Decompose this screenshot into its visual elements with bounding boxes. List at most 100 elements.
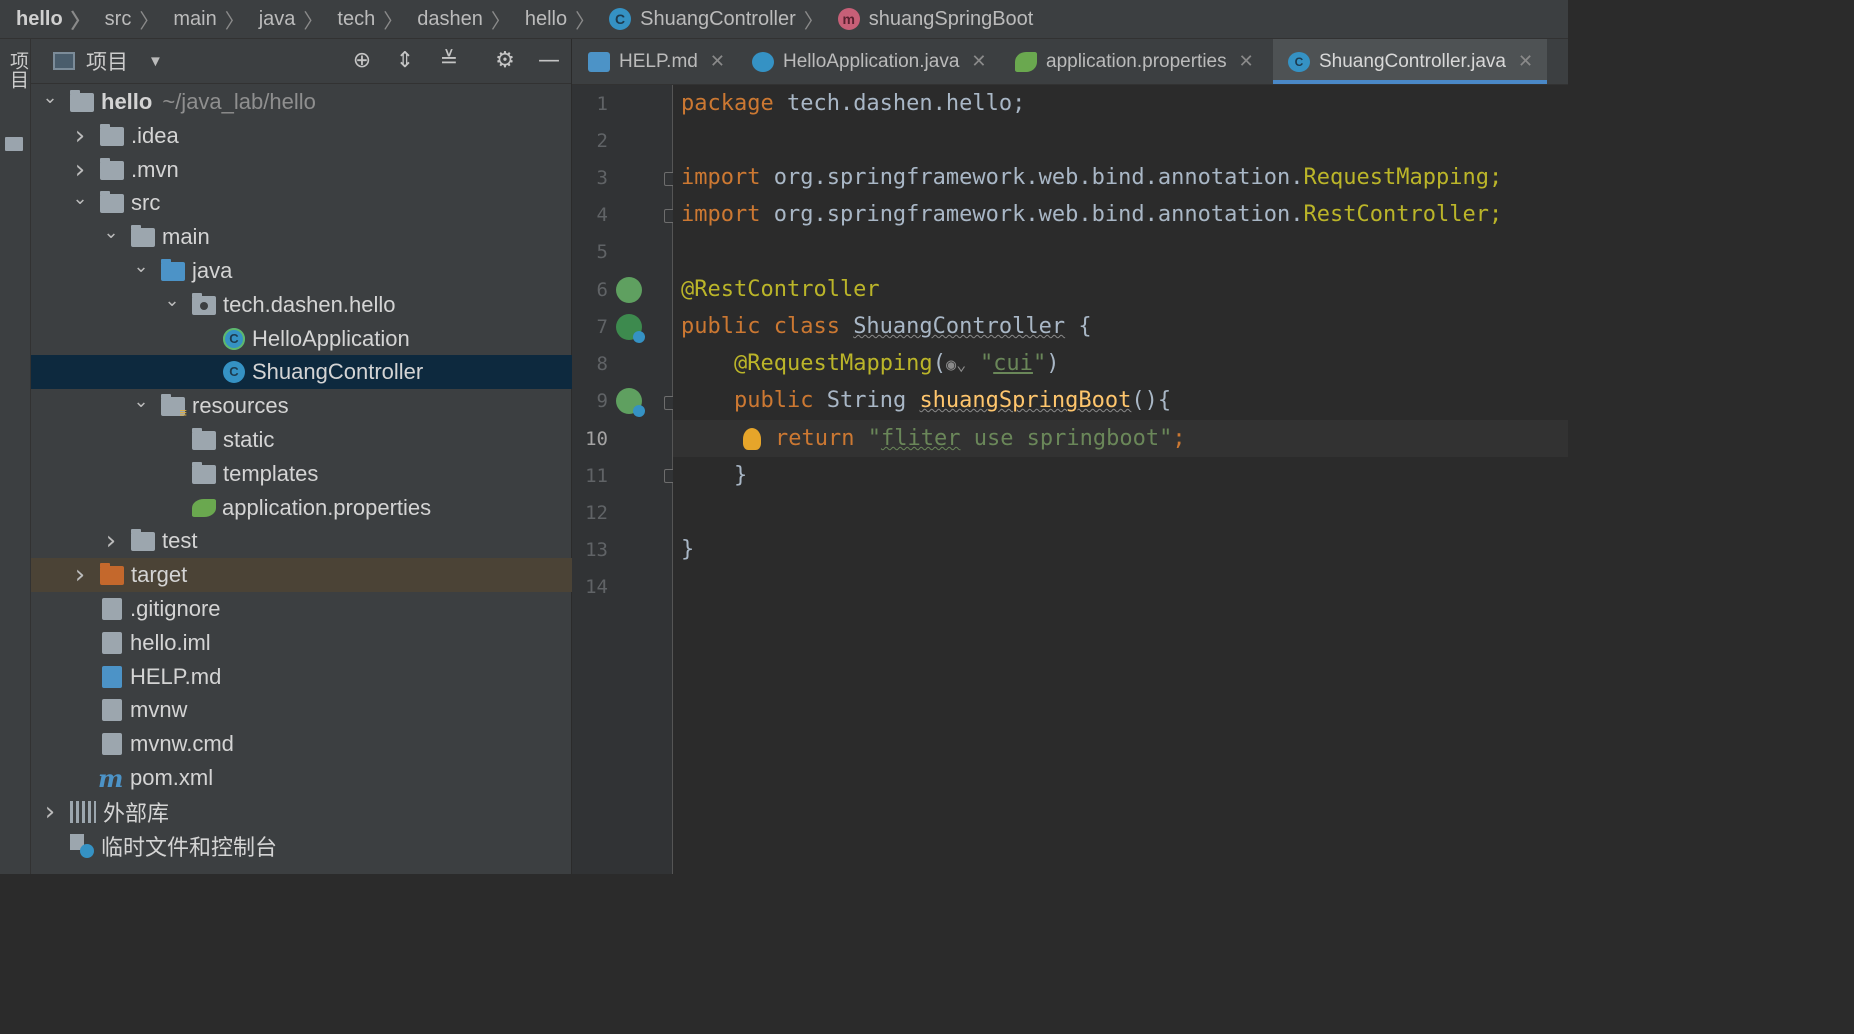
project-tree: hello ~/java_lab/hello .idea .mvn src ma… bbox=[31, 84, 753, 874]
code-text: org.springframework.web.bind.annotation. bbox=[760, 202, 1304, 227]
tree-item-gitignore[interactable]: .gitignore bbox=[31, 592, 632, 626]
tree-item-idea[interactable]: .idea bbox=[31, 119, 610, 153]
folder-icon bbox=[192, 461, 216, 484]
folder-icon[interactable] bbox=[5, 137, 23, 151]
close-icon[interactable]: ✕ bbox=[1239, 51, 1254, 72]
tree-item-label: tech.dashen.hello bbox=[223, 292, 396, 317]
tab-application-properties[interactable]: application.properties ✕ bbox=[1015, 39, 1254, 84]
chevron-right-icon[interactable] bbox=[101, 526, 121, 556]
chevron-right-icon[interactable] bbox=[70, 155, 90, 185]
breadcrumb-item-hello-package[interactable]: hello 〉 bbox=[511, 0, 595, 38]
code-text: } bbox=[734, 463, 748, 488]
tree-item-mvnw-cmd[interactable]: mvnw.cmd bbox=[31, 727, 632, 761]
spring-properties-icon bbox=[1015, 51, 1037, 72]
code-editor[interactable]: package tech.dashen.hello; import org.sp… bbox=[673, 85, 1568, 874]
tree-item-scratches[interactable]: 临时文件和控制台 bbox=[31, 829, 600, 863]
tree-item-mvnw[interactable]: mvnw bbox=[31, 693, 632, 727]
code-line-6: @RestController bbox=[681, 271, 880, 308]
tree-item-label: templates bbox=[223, 461, 319, 486]
code-keyword: import bbox=[681, 202, 761, 227]
tree-item-mvn[interactable]: .mvn bbox=[31, 153, 610, 187]
chevron-right-icon: 〉 bbox=[70, 8, 91, 33]
code-text: ( bbox=[932, 351, 946, 376]
tree-item-label: .mvn bbox=[131, 157, 179, 182]
chevron-down-icon[interactable] bbox=[131, 396, 151, 417]
code-line-7: public class ShuangController { bbox=[681, 308, 1092, 345]
tree-item-hello[interactable]: hello ~/java_lab/hello bbox=[31, 85, 580, 119]
tree-item-path: ~/java_lab/hello bbox=[162, 89, 316, 114]
tab-label: HelloApplication.java bbox=[783, 50, 960, 72]
code-line-4: import org.springframework.web.bind.anno… bbox=[681, 196, 1502, 233]
line-number: 2 bbox=[596, 130, 608, 152]
code-line-8: @RequestMapping(◉⌄ "cui") bbox=[734, 345, 1059, 382]
tree-item-target[interactable]: target bbox=[31, 558, 610, 592]
editor-gutter[interactable]: 1 2 3 4 5 6 7 8 9 10 11 12 13 14 bbox=[572, 85, 676, 874]
tree-item-test[interactable]: test bbox=[31, 524, 641, 558]
chevron-down-icon[interactable] bbox=[162, 295, 182, 316]
project-tool-window-button[interactable]: 项目 bbox=[4, 51, 31, 89]
breadcrumb-item-class[interactable]: C ShuangController 〉 bbox=[595, 0, 824, 38]
tree-item-external-libraries[interactable]: 外部库 bbox=[31, 795, 580, 829]
tree-item-label: src bbox=[131, 190, 161, 215]
line-number: 14 bbox=[585, 576, 608, 598]
markdown-file-icon bbox=[588, 51, 610, 72]
breadcrumb-item-src[interactable]: src 〉 bbox=[91, 0, 160, 38]
chevron-down-icon[interactable] bbox=[101, 227, 121, 248]
chevron-right-icon[interactable] bbox=[70, 121, 90, 151]
chevron-down-icon[interactable] bbox=[40, 92, 60, 113]
web-globe-icon[interactable]: ◉⌄ bbox=[946, 347, 980, 384]
scratches-icon bbox=[70, 834, 94, 858]
breadcrumb-item-method[interactable]: m shuangSpringBoot bbox=[824, 0, 1033, 38]
tree-item-hello-iml[interactable]: hello.iml bbox=[31, 626, 632, 660]
spring-app-class-icon bbox=[752, 51, 774, 72]
chevron-down-icon[interactable] bbox=[131, 261, 151, 282]
settings-icon[interactable]: ⚙ bbox=[491, 47, 519, 75]
breadcrumb-item-dashen[interactable]: dashen 〉 bbox=[403, 0, 511, 38]
folder-icon bbox=[131, 528, 155, 551]
tree-item-pom-xml[interactable]: m pom.xml bbox=[31, 761, 632, 795]
tree-item-help-md[interactable]: HELP.md bbox=[31, 660, 632, 694]
close-icon[interactable]: ✕ bbox=[1518, 51, 1533, 72]
code-keyword: public bbox=[734, 388, 827, 413]
breadcrumb-item-java[interactable]: java 〉 bbox=[245, 0, 324, 38]
project-view-selector[interactable]: 项目 bbox=[86, 46, 128, 76]
tree-item-src[interactable]: src bbox=[31, 186, 610, 220]
line-number: 1 bbox=[596, 93, 608, 115]
chevron-right-icon: 〉 bbox=[303, 8, 324, 33]
spring-app-class-icon: C bbox=[223, 328, 245, 350]
line-number: 9 bbox=[596, 390, 608, 412]
chevron-down-icon[interactable]: ▼ bbox=[148, 53, 163, 70]
chevron-right-icon[interactable] bbox=[70, 560, 90, 590]
expand-all-icon[interactable]: ⇕ bbox=[391, 47, 419, 75]
code-string: cui bbox=[993, 351, 1033, 376]
tree-item-main[interactable]: main bbox=[31, 220, 641, 254]
breadcrumb-item-main[interactable]: main 〉 bbox=[159, 0, 244, 38]
request-mapping-gutter-icon[interactable] bbox=[616, 388, 645, 417]
tree-item-label: hello.iml bbox=[130, 630, 211, 655]
tab-label: ShuangController.java bbox=[1319, 50, 1506, 72]
code-line-10: return "fliter use springboot"; bbox=[743, 420, 1186, 457]
collapse-all-icon[interactable]: ≚ bbox=[435, 47, 463, 75]
chevron-down-icon[interactable] bbox=[70, 193, 90, 214]
tab-shuangcontroller[interactable]: C ShuangController.java ✕ bbox=[1273, 39, 1548, 84]
lightbulb-icon[interactable] bbox=[743, 428, 761, 450]
tab-help-md[interactable]: HELP.md ✕ bbox=[588, 39, 725, 84]
close-icon[interactable]: ✕ bbox=[710, 51, 725, 72]
breadcrumb-label: java bbox=[258, 7, 296, 30]
chevron-right-icon[interactable] bbox=[40, 797, 60, 827]
tree-item-label: java bbox=[192, 258, 233, 283]
locate-icon[interactable]: ⊕ bbox=[348, 47, 376, 75]
tab-helloapplication[interactable]: HelloApplication.java ✕ bbox=[752, 39, 986, 84]
spring-bean-gutter-icon[interactable] bbox=[616, 314, 645, 343]
code-line-11: } bbox=[734, 457, 747, 494]
breadcrumb-item-hello[interactable]: hello 〉 bbox=[0, 0, 91, 38]
tree-item-label: HelloApplication bbox=[252, 326, 410, 351]
code-keyword: import bbox=[681, 165, 761, 190]
chevron-right-icon: 〉 bbox=[803, 8, 824, 33]
spring-bean-gutter-icon[interactable] bbox=[616, 277, 642, 303]
line-number: 11 bbox=[585, 465, 608, 487]
close-icon[interactable]: ✕ bbox=[971, 51, 986, 72]
breadcrumb-item-tech[interactable]: tech 〉 bbox=[323, 0, 403, 38]
navigation-breadcrumb: hello 〉 src 〉 main 〉 java 〉 tech 〉 dashen 〉 he… bbox=[0, 0, 1568, 39]
hide-icon[interactable]: — bbox=[535, 47, 563, 75]
